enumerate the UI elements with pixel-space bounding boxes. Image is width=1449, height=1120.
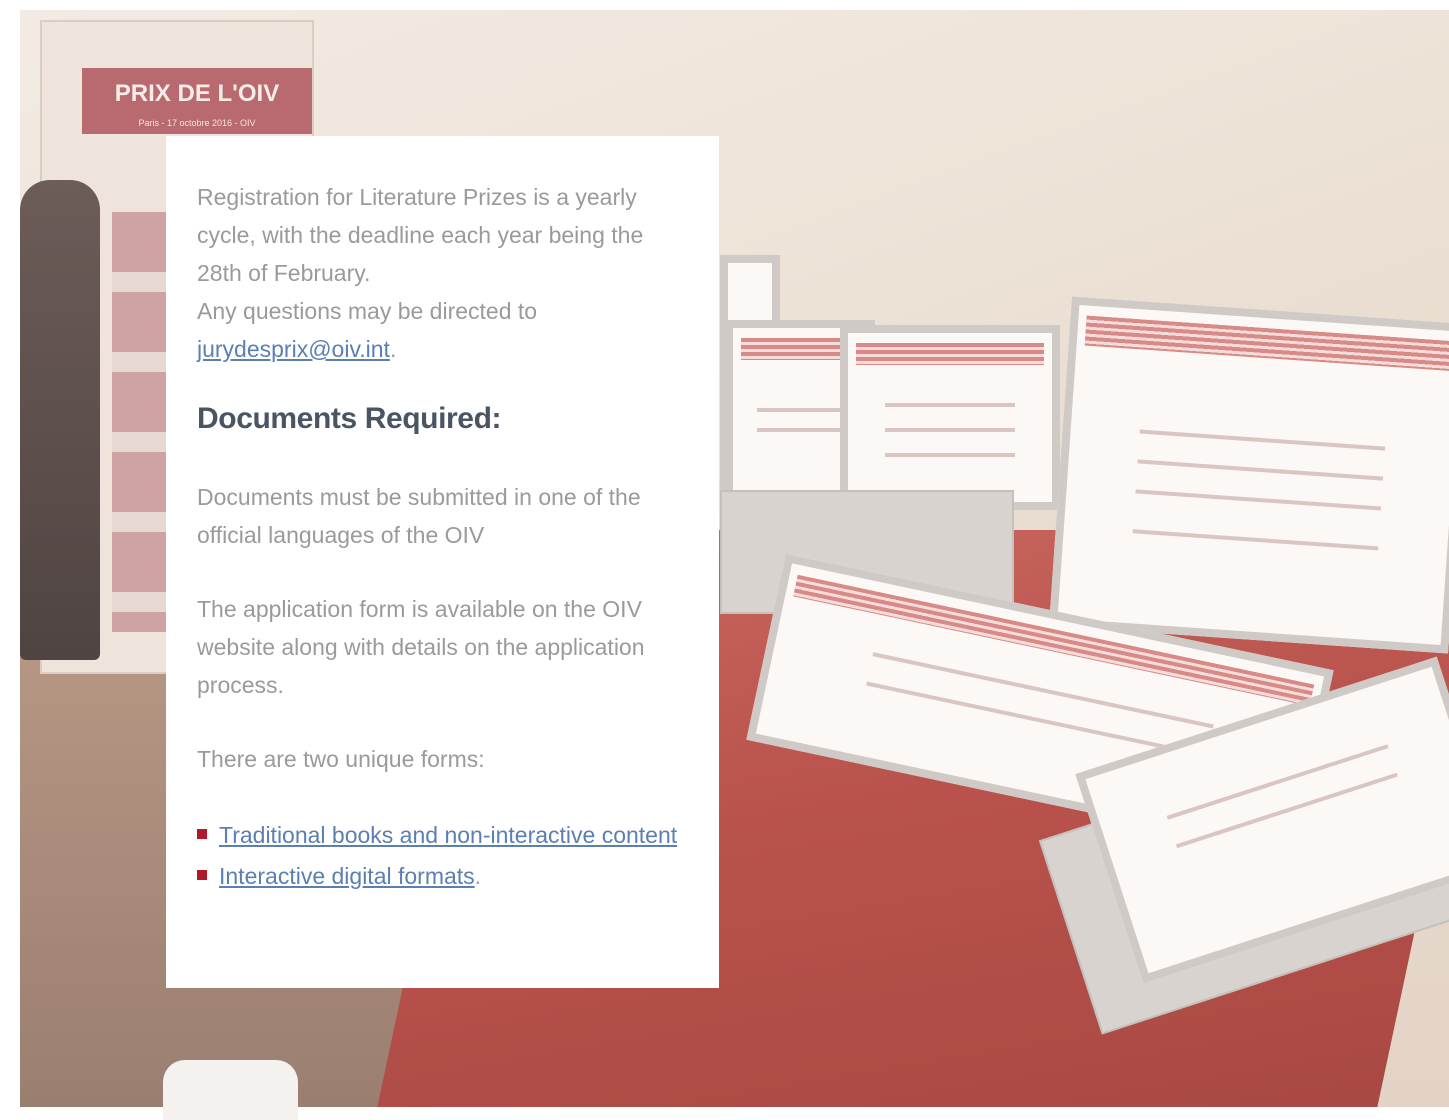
- interactive-digital-link[interactable]: Interactive digital formats: [219, 863, 475, 889]
- banner-subtitle: Paris - 17 octobre 2016 - OIV: [138, 118, 256, 128]
- traditional-books-link[interactable]: Traditional books and non-interactive co…: [219, 822, 677, 848]
- certificate-frame: [1048, 296, 1449, 654]
- email-link[interactable]: jurydesprix@oiv.int: [197, 336, 390, 362]
- square-bullet-icon: [197, 829, 207, 839]
- language-note: Documents must be submitted in one of th…: [197, 484, 641, 548]
- documents-heading: Documents Required:: [197, 402, 502, 435]
- form-suffix: .: [474, 863, 482, 889]
- square-bullet-icon: [197, 870, 207, 880]
- registration-text: Registration for Literature Prizes is a …: [197, 184, 644, 286]
- questions-text: Any questions may be directed to: [197, 298, 538, 324]
- form-note: The application form is available on the…: [197, 596, 645, 698]
- person-silhouette: [20, 180, 100, 660]
- intro-text: Registration for Literature Prizes is a …: [197, 178, 689, 368]
- forms-intro: There are two unique forms:: [197, 746, 485, 772]
- info-panel: Registration for Literature Prizes is a …: [166, 136, 719, 988]
- email-suffix: .: [389, 336, 397, 362]
- bottom-tab[interactable]: [163, 1060, 298, 1120]
- certificate-frame: [840, 325, 1060, 510]
- forms-list: Traditional books and non-interactive co…: [197, 818, 689, 894]
- list-item: Interactive digital formats.: [197, 859, 689, 894]
- list-item: Traditional books and non-interactive co…: [197, 818, 689, 853]
